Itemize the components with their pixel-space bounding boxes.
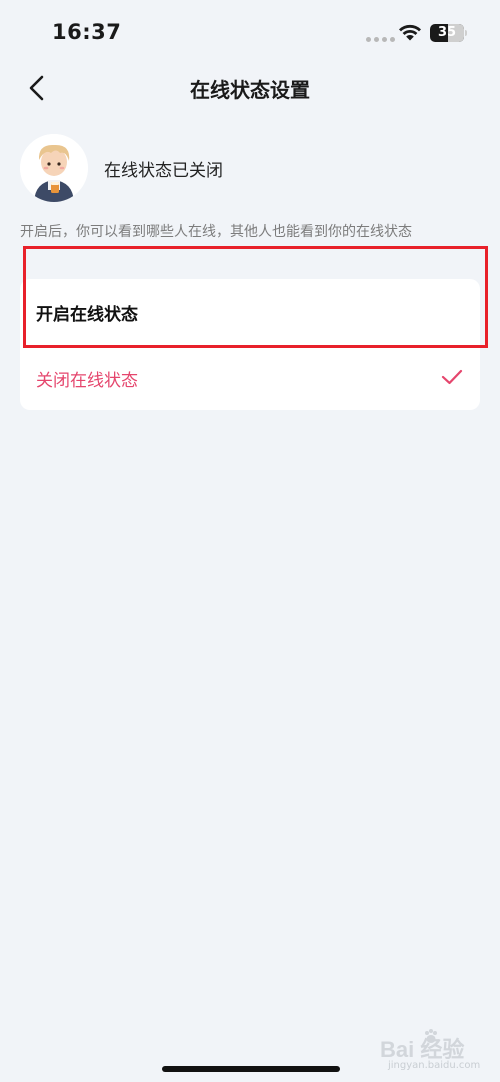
battery-cap	[465, 30, 467, 36]
home-indicator[interactable]	[162, 1066, 340, 1072]
battery-icon: 35	[430, 24, 464, 42]
nav-bar: 在线状态设置	[0, 64, 500, 114]
avatar	[20, 134, 88, 202]
profile-row: 在线状态已关闭	[20, 134, 480, 202]
checkmark-icon	[441, 369, 463, 385]
status-time: 16:37	[52, 20, 122, 44]
status-bar: 16:37 35	[0, 0, 500, 64]
baidu-jingyan-watermark: Bai 经验 jingyan.baidu.com	[362, 1024, 490, 1078]
online-status-text: 在线状态已关闭	[104, 161, 223, 181]
cellular-signal-icon	[366, 37, 395, 42]
page-title: 在线状态设置	[190, 78, 310, 102]
disable-online-status-option[interactable]: 关闭在线状态	[20, 345, 480, 410]
description-text: 开启后，你可以看到哪些人在线，其他人也能看到你的在线状态	[20, 224, 412, 240]
option-label: 关闭在线状态	[36, 371, 138, 391]
highlight-annotation-box	[23, 246, 488, 348]
avatar-illustration-icon	[20, 134, 88, 202]
battery-level: 35	[437, 25, 457, 40]
watermark-url: jingyan.baidu.com	[388, 1060, 481, 1071]
wifi-icon	[399, 24, 421, 41]
